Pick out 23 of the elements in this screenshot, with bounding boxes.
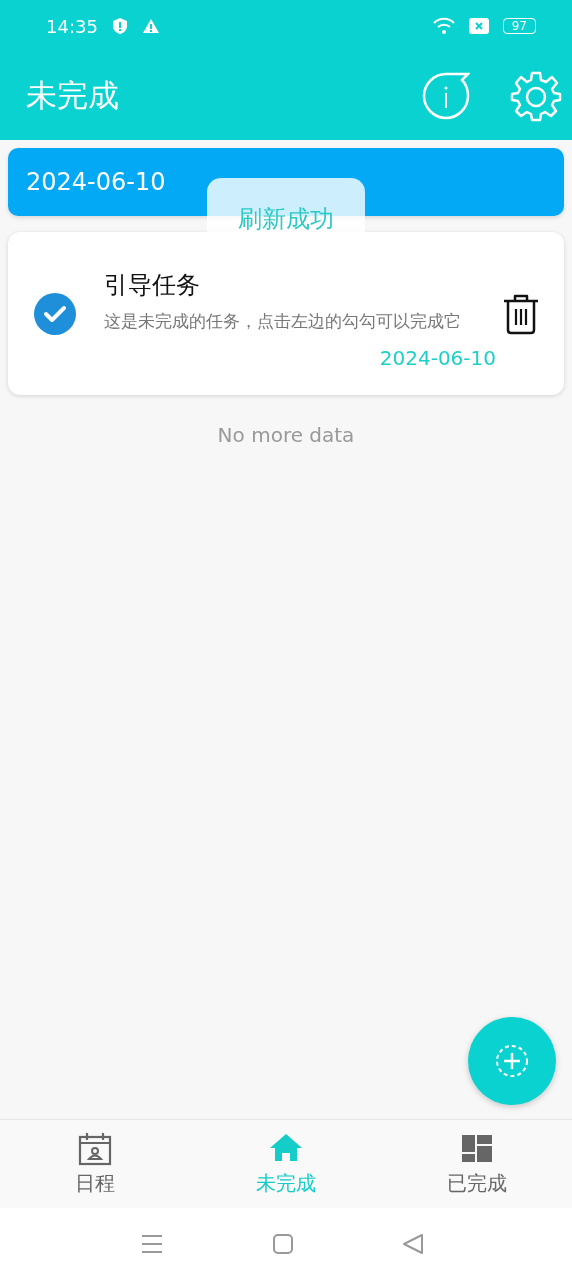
menu-icon[interactable] [141,1234,163,1254]
sim-icon [468,18,489,34]
nav-tab[interactable]: 已完成 [381,1120,572,1208]
warning-icon [141,18,160,34]
battery-level: 97 [502,18,536,34]
status-time: 14:35 [46,15,98,37]
info-icon[interactable] [422,72,470,120]
task-title: 引导任务 [104,270,201,301]
shield-icon [111,17,128,35]
plus-icon [495,1044,529,1078]
check-icon[interactable] [34,292,76,335]
wifi-icon [432,17,455,35]
trash-icon[interactable] [502,292,540,335]
task-date: 2024-06-10 [379,346,496,370]
nav-tab[interactable]: 日程 [0,1120,191,1208]
task-description: 这是未完成的任务，点击左边的勾勾可以完成它 [104,310,462,333]
calendar-icon [78,1131,113,1166]
no-more-data: No more data [217,423,355,447]
back-icon[interactable] [403,1234,423,1254]
home-square-icon[interactable] [273,1234,293,1254]
page-title: 未完成 [26,76,120,115]
settings-icon[interactable] [510,70,562,122]
add-button[interactable] [468,1017,556,1105]
